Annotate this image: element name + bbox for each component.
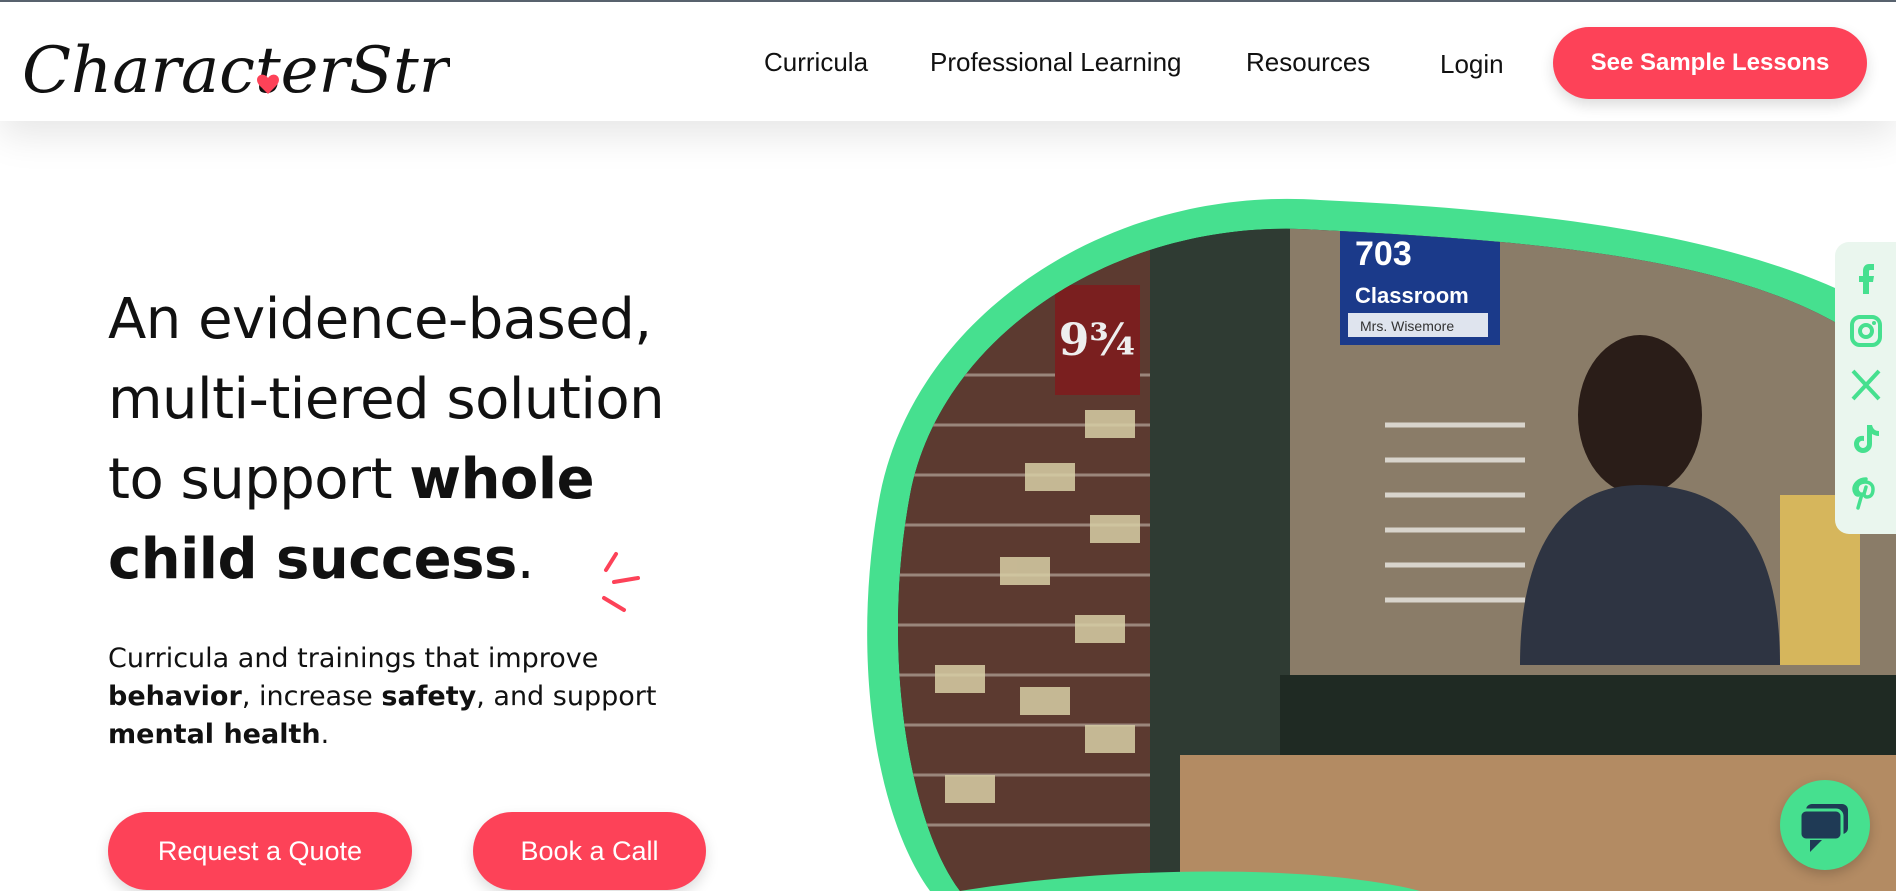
platform-sign-text: 9¾: [1059, 315, 1136, 366]
hero-video[interactable]: 9¾ 703 Classroom Mrs. Wisemore: [820, 195, 1896, 891]
request-quote-button[interactable]: Request a Quote: [108, 812, 412, 890]
headline-period: .: [516, 527, 535, 592]
sparkle-icon: [602, 552, 640, 612]
subtext-behavior: behavior: [108, 681, 242, 712]
facebook-icon[interactable]: [1849, 260, 1883, 294]
brand-logo[interactable]: CharacterStrong: [20, 16, 450, 108]
book-call-button[interactable]: Book a Call: [473, 812, 706, 890]
subtext-part-2: , increase: [241, 681, 382, 712]
room-number: 703: [1355, 235, 1412, 273]
room-label: Classroom: [1355, 283, 1469, 308]
subtext-safety: safety: [381, 681, 477, 712]
headline-bold-whole: whole: [409, 447, 595, 512]
subtext-part-3: , and support: [476, 681, 657, 712]
nav-resources[interactable]: Resources: [1246, 47, 1370, 78]
subtext-part-1: Curricula and trainings that improve: [108, 643, 599, 674]
subtext-mental-health: mental health: [108, 719, 321, 750]
chat-bubble-icon: [1798, 804, 1848, 852]
nav-professional-learning[interactable]: Professional Learning: [930, 47, 1182, 78]
nav-curricula[interactable]: Curricula: [764, 47, 868, 78]
tiktok-icon[interactable]: [1849, 422, 1883, 456]
headline-line-2: multi-tiered solution: [108, 367, 665, 432]
hero-headline-block: An evidence-based, multi-tiered solution…: [108, 280, 748, 612]
logo-wordmark: CharacterStrong: [22, 34, 450, 108]
chat-button[interactable]: [1780, 780, 1870, 870]
name-plate: Mrs. Wisemore: [1360, 318, 1454, 334]
subtext-end: .: [320, 719, 330, 750]
instagram-icon[interactable]: [1849, 314, 1883, 348]
headline-line-1: An evidence-based,: [108, 287, 652, 352]
hero-subtext: Curricula and trainings that improve beh…: [108, 640, 728, 754]
headline-bold-child-success: child success: [108, 527, 517, 592]
social-sidebar: [1835, 242, 1896, 534]
see-sample-lessons-button[interactable]: See Sample Lessons: [1553, 27, 1867, 99]
x-icon[interactable]: [1849, 368, 1883, 402]
nav-login[interactable]: Login: [1440, 49, 1504, 80]
person: [1578, 335, 1702, 495]
site-header: CharacterStrong Curricula Professional L…: [0, 2, 1896, 121]
headline-line-3: to support: [108, 447, 410, 512]
pinterest-icon[interactable]: [1849, 476, 1883, 510]
